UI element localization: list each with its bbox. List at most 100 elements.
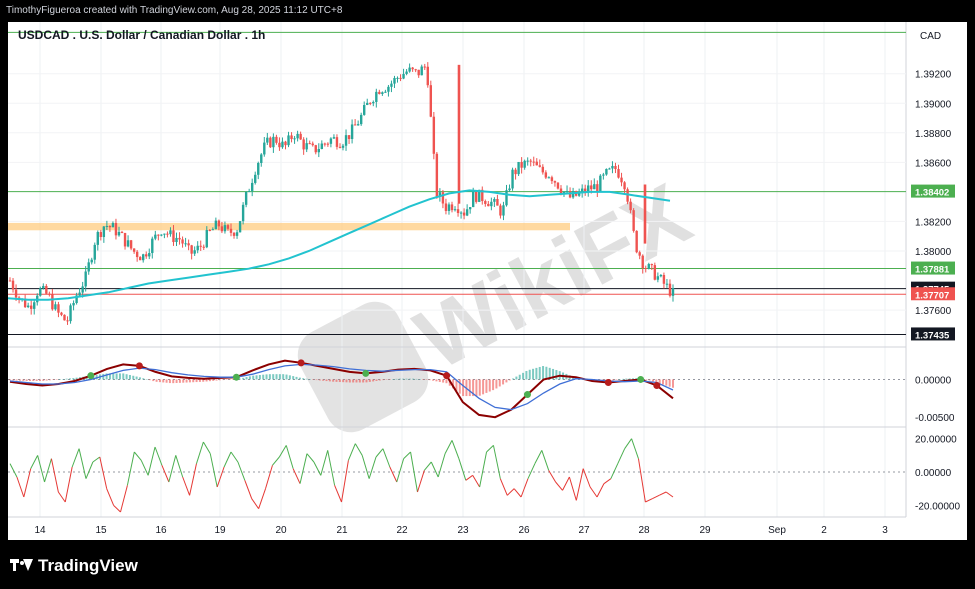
macd-hist-bar (35, 379, 38, 381)
osc-segment (126, 451, 135, 486)
candle-body (359, 114, 363, 125)
candle-body (363, 105, 366, 115)
macd-hist-bar (665, 379, 668, 386)
osc-segment (361, 455, 370, 479)
candle-body (381, 92, 384, 94)
currency-label: CAD (920, 31, 941, 42)
candle-body (556, 182, 560, 189)
macd-hist-bar (612, 379, 615, 381)
macd-tick-label: 0.00000 (915, 375, 952, 386)
osc-segment (161, 465, 170, 483)
candle-body (608, 168, 611, 170)
candle-body (11, 280, 15, 290)
osc-segment (541, 450, 550, 471)
candle-body (175, 237, 178, 243)
macd-hist-bar (152, 379, 155, 382)
macd-hist-bar (368, 379, 371, 382)
osc-segment (30, 455, 39, 469)
candle-body (565, 191, 569, 193)
candle-body (369, 102, 372, 104)
candle-body (329, 138, 333, 144)
osc-segment (182, 476, 191, 496)
osc-segment (403, 451, 411, 460)
macd-hist-bar (258, 374, 261, 380)
candle-body (287, 135, 290, 146)
macd-hist-bar (625, 378, 628, 380)
candle-body (414, 69, 417, 71)
candle-body (623, 182, 626, 190)
macd-hist-bar (308, 379, 311, 380)
macd-hist-bar (492, 379, 495, 391)
osc-segment (244, 480, 253, 499)
tradingview-brand[interactable]: TradingView (10, 556, 138, 576)
candle-body (199, 245, 202, 247)
macd-hist-bar (175, 379, 178, 383)
osc-segment (472, 475, 481, 488)
macd-hist-bar (155, 379, 158, 382)
candle-body (187, 243, 190, 246)
macd-hist-bar (482, 379, 485, 395)
candle-body (650, 264, 654, 266)
osc-segment (513, 488, 522, 498)
osc-segment (216, 466, 225, 488)
candle-body (378, 91, 381, 94)
osc-segment (534, 450, 543, 464)
macd-hist-bar (488, 379, 491, 392)
macd-hist-bar (442, 379, 445, 383)
candle-body (96, 232, 99, 245)
macd-hist-bar (265, 374, 268, 380)
time-axis[interactable]: 14 15 16 19 20 21 22 23 26 27 28 29 Sep 2 3 (34, 525, 888, 536)
macd-hist-bar (185, 379, 188, 383)
candle-body (220, 226, 224, 232)
candle-body (178, 237, 181, 240)
candle-body (526, 160, 529, 162)
osc-segment (465, 474, 474, 481)
supply-demand-zone (8, 222, 570, 231)
candle-body (281, 141, 284, 148)
osc-segment (168, 455, 177, 483)
price-tick-label: 1.38200 (915, 217, 952, 228)
osc-segment (133, 451, 142, 461)
macd-hist-bar (398, 378, 401, 380)
macd-hist-bar (158, 379, 161, 383)
macd-hist-bar (9, 379, 11, 381)
price-level-label: 1.38402 (915, 188, 949, 199)
candle-body (166, 233, 169, 235)
macd-hist-bar (518, 374, 521, 380)
osc-segment (451, 440, 460, 459)
candle-body (444, 203, 448, 211)
candle-body (93, 244, 96, 260)
candle-body (541, 166, 545, 173)
candle-body (487, 203, 490, 207)
macd-hist-bar (282, 374, 285, 380)
macd-hist-bar (18, 379, 21, 381)
candle-body (132, 248, 136, 252)
candle-body (617, 169, 620, 178)
tradingview-logo-icon (10, 559, 33, 573)
time-tick-label: 14 (34, 525, 46, 536)
candle-body (45, 285, 48, 294)
macd-hist-bar (435, 379, 438, 382)
candle-body (39, 288, 42, 296)
macd-hist-bar (52, 379, 55, 380)
candle-body (499, 205, 502, 216)
macd-hist-bar (122, 373, 125, 380)
time-tick-label: 29 (699, 525, 711, 536)
macd-hist-bar (298, 377, 301, 380)
candle-body (226, 225, 230, 229)
chart-area[interactable]: WikiFX USDCAD . U.S. Dollar / Canadian D… (7, 22, 967, 540)
candle-body (238, 221, 242, 233)
candle-body (151, 238, 154, 254)
price-axis[interactable]: 1.39200 1.39000 1.38800 1.38600 1.38200 1.380… (911, 70, 955, 342)
candle-body (314, 145, 317, 153)
candle-body (217, 220, 221, 227)
price-level-label: 1.37881 (915, 265, 950, 276)
candle-body (72, 303, 75, 306)
macd-hist-bar (365, 379, 368, 383)
osc-segment (313, 461, 322, 476)
candle-body (181, 239, 184, 244)
grid (8, 22, 907, 518)
candle-body (78, 292, 81, 296)
chart-svg[interactable]: WikiFX USDCAD . U.S. Dollar / Canadian D… (7, 22, 967, 540)
macd-hist-bar (425, 379, 428, 380)
